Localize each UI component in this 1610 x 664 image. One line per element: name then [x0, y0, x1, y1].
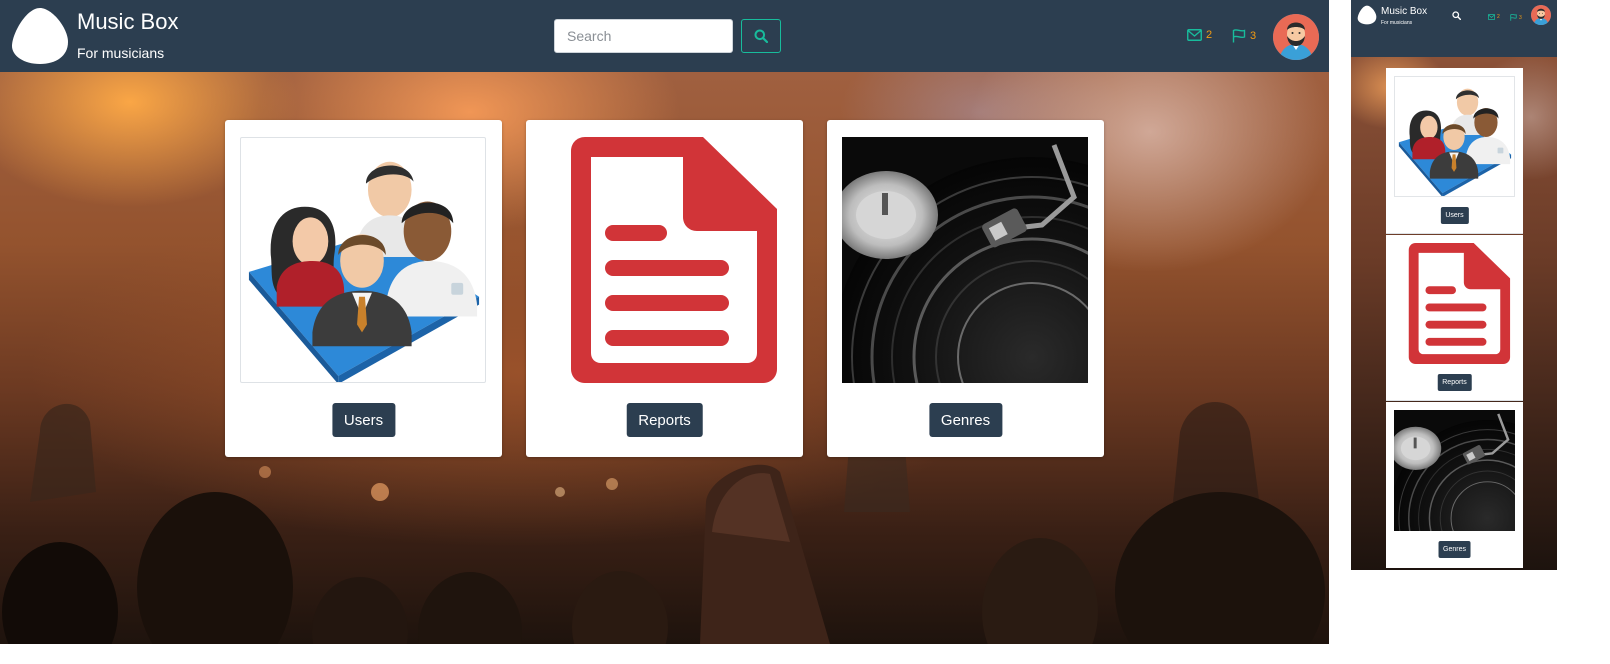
mobile-users-group-icon[interactable] [1394, 76, 1515, 197]
reports-button[interactable]: Reports [626, 403, 703, 437]
mobile-envelope-icon [1488, 14, 1495, 20]
mobile-brand-title[interactable]: Music Box [1381, 6, 1427, 17]
logo-icon[interactable] [10, 6, 70, 66]
mobile-user-avatar[interactable] [1531, 5, 1551, 25]
navbar: Music Box For musicians 2 3 [0, 0, 1329, 72]
envelope-icon [1187, 29, 1202, 41]
card-users: Users [225, 120, 502, 457]
mobile-flags-count: 3 [1519, 14, 1522, 21]
mobile-vinyl-turntable-image[interactable] [1394, 410, 1515, 531]
brand-subtitle: For musicians [77, 45, 165, 61]
search-button[interactable] [741, 19, 781, 53]
mobile-reports-button[interactable]: Reports [1437, 374, 1472, 391]
search-input[interactable] [554, 19, 733, 53]
vinyl-turntable-image[interactable] [842, 137, 1088, 383]
mobile-brand-subtitle: For musicians [1381, 20, 1413, 26]
flags-count: 3 [1250, 30, 1257, 42]
mobile-card-genres: Genres [1386, 402, 1523, 568]
users-group-icon[interactable] [240, 137, 486, 383]
brand-title[interactable]: Music Box [77, 9, 178, 35]
mobile-document-icon[interactable] [1394, 243, 1515, 364]
mobile-avatar-icon [1531, 5, 1551, 25]
mobile-logo-icon[interactable] [1357, 5, 1377, 25]
user-avatar[interactable] [1273, 14, 1319, 60]
mobile-flag-icon [1510, 14, 1517, 21]
desktop-view: Music Box For musicians 2 3 [0, 0, 1329, 644]
mobile-card-users: Users [1386, 68, 1523, 234]
flag-icon [1232, 29, 1246, 43]
mobile-navbar: Music Box For musicians 2 3 [1351, 0, 1557, 57]
mobile-flags-notification[interactable]: 3 [1510, 14, 1522, 21]
card-reports: Reports [526, 120, 803, 457]
messages-notification[interactable]: 2 [1187, 29, 1212, 41]
mobile-card-reports: Reports [1386, 235, 1523, 401]
mobile-messages-notification[interactable]: 2 [1488, 14, 1500, 20]
document-icon[interactable] [541, 137, 787, 383]
search-icon [754, 29, 768, 43]
mobile-messages-count: 2 [1497, 14, 1500, 20]
mobile-view: Music Box For musicians 2 3 Users Report… [1351, 0, 1557, 570]
avatar-icon [1273, 14, 1319, 60]
mobile-genres-button[interactable]: Genres [1438, 541, 1471, 558]
users-button[interactable]: Users [331, 403, 396, 437]
genres-button[interactable]: Genres [928, 403, 1003, 437]
mobile-search-icon[interactable] [1452, 11, 1461, 20]
mobile-users-button[interactable]: Users [1440, 207, 1469, 224]
flags-notification[interactable]: 3 [1232, 29, 1256, 43]
card-genres: Genres [827, 120, 1104, 457]
messages-count: 2 [1206, 29, 1213, 41]
